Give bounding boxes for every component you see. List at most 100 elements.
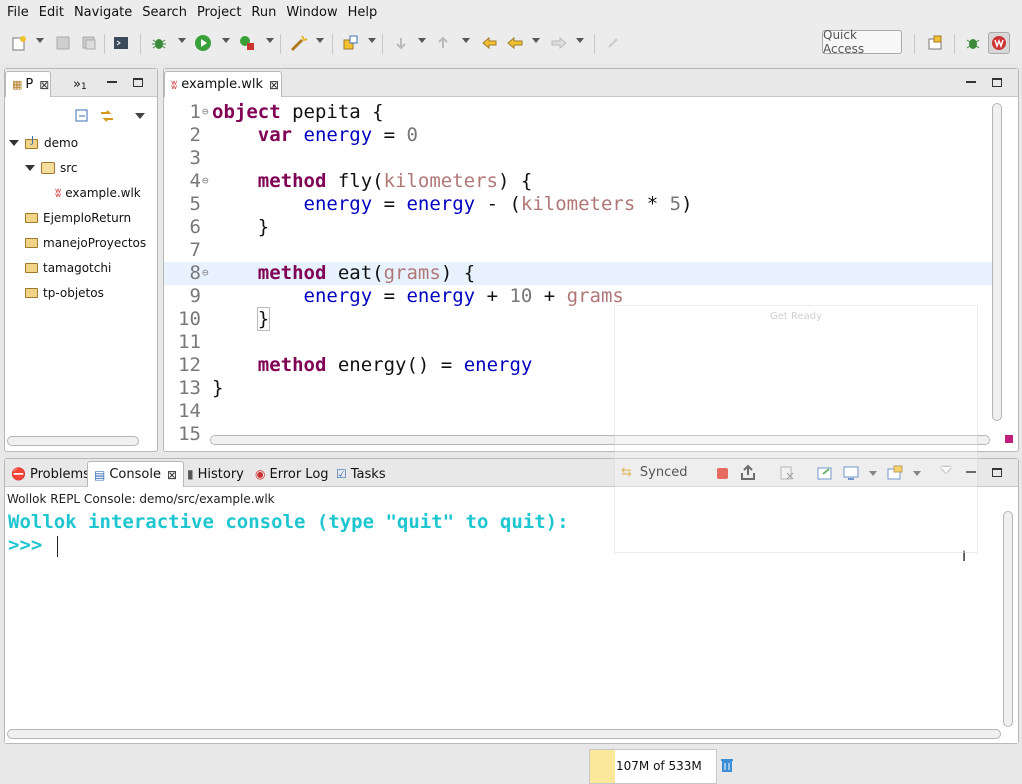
menu-search[interactable]: Search [137,5,192,20]
wand-icon[interactable] [288,32,310,54]
run-dropdown-icon[interactable] [222,38,230,43]
maximize-icon[interactable] [992,468,1002,477]
error-log-icon: ◉ [255,467,266,481]
fold-icon[interactable]: ⊖ [202,105,209,118]
menu-help[interactable]: Help [343,5,383,20]
tab-console[interactable]: ▤ Console ⊠ [87,461,185,487]
tree-label: example.wlk [65,186,141,200]
hidden-views-count: 1 [80,82,87,92]
run-icon[interactable] [192,32,214,54]
new-icon[interactable] [8,32,30,54]
tree-label: EjemploReturn [43,211,132,225]
external-tools-icon[interactable] [236,32,258,54]
pin-icon[interactable] [602,32,624,54]
last-edit-icon[interactable] [478,32,500,54]
save-all-icon[interactable] [78,32,100,54]
heap-usage-bar [590,750,616,783]
code-line: 2 var energy = 0 [189,124,418,146]
back-dropdown-icon[interactable] [532,38,540,43]
wand-dropdown-icon[interactable] [316,38,324,43]
folder-icon [25,288,38,298]
external-tools-dropdown-icon[interactable] [266,38,274,43]
tree-item-example-wlk[interactable]: ʬ example.wlk [55,186,141,200]
maximize-icon[interactable] [133,78,143,87]
horizontal-scrollbar[interactable] [7,729,1001,739]
maximize-icon[interactable] [992,78,1002,87]
tree-item-demo[interactable]: J demo [9,135,79,150]
open-type-dropdown-icon[interactable] [368,38,376,43]
tree-label: tp-objetos [43,286,104,300]
minimize-icon[interactable] [966,81,976,83]
tree-item-ejemploreturn[interactable]: EjemploReturn [25,211,131,225]
code-line: 4 ⊖ method fly(kilometers) { [189,170,533,192]
link-with-editor-icon[interactable] [99,109,115,127]
code-line: 6 } [189,216,270,238]
open-type-icon[interactable] [340,32,362,54]
ghost-title: Get Ready [770,311,823,322]
tab-tasks[interactable]: ☑ Tasks [330,461,392,487]
folder-icon [25,213,38,223]
overview-marker-icon[interactable] [1005,435,1013,443]
debug-perspective-icon[interactable] [962,32,984,54]
tab-problems[interactable]: ⛔ Problems [5,461,96,487]
tab-label: P [25,77,34,92]
menu-edit[interactable]: Edit [34,5,69,20]
close-icon[interactable]: ⊠ [269,78,279,92]
tab-hidden-views[interactable]: » 1 [67,71,93,97]
tree-item-manejoproyectos[interactable]: manejoProyectos [25,236,146,250]
tree-item-tp-objetos[interactable]: tp-objetos [25,286,104,300]
next-annotation-icon[interactable] [390,32,412,54]
vertical-scrollbar[interactable] [992,103,1002,421]
tree-item-src[interactable]: src [25,161,78,175]
source-folder-icon [41,162,55,174]
menu-navigate[interactable]: Navigate [69,5,137,20]
tab-label: Tasks [350,466,386,482]
menu-file[interactable]: File [2,5,34,20]
tree-label: demo [44,136,79,150]
save-icon[interactable] [52,32,74,54]
console-icon: ▤ [94,467,106,482]
debug-icon[interactable] [148,32,170,54]
menu-run[interactable]: Run [246,5,281,20]
horizontal-scrollbar[interactable] [7,436,139,446]
heap-label: 107M of 533M [616,759,702,773]
previous-annotation-icon[interactable] [432,32,454,54]
view-menu-icon[interactable] [135,113,145,119]
forward-icon[interactable] [548,32,570,54]
minimize-icon[interactable] [107,81,117,83]
tab-example-wlk[interactable]: ʬ example.wlk ⊠ [164,71,282,97]
back-icon[interactable] [504,32,526,54]
terminal-icon[interactable] [110,32,132,54]
close-icon[interactable]: ⊠ [167,468,177,482]
tab-error-log[interactable]: ◉ Error Log [249,461,335,487]
next-annotation-dropdown-icon[interactable] [418,38,426,43]
tab-project-explorer[interactable]: ▦ P ⊠ [5,71,51,97]
previous-annotation-dropdown-icon[interactable] [462,38,470,43]
fold-icon[interactable]: ⊖ [202,266,209,279]
fold-icon[interactable]: ⊖ [202,174,209,187]
tab-history[interactable]: ▮ History [181,461,250,487]
expand-icon[interactable] [9,140,19,146]
collapse-all-icon[interactable] [75,109,89,127]
garbage-collect-icon[interactable] [720,757,734,777]
wollok-file-icon: ʬ [55,186,62,200]
tab-label: History [197,466,244,482]
code-line: 5 energy = energy - (kilometers * 5) [189,193,693,215]
tasks-icon: ☑ [336,467,347,481]
tree-item-tamagotchi[interactable]: tamagotchi [25,261,111,275]
open-perspective-icon[interactable] [924,32,946,54]
heap-status[interactable]: 107M of 533M [589,749,717,784]
forward-dropdown-icon[interactable] [576,38,584,43]
quick-access-field[interactable]: Quick Access [822,28,902,56]
menu-project[interactable]: Project [192,5,246,20]
new-dropdown-icon[interactable] [36,38,44,43]
expand-icon[interactable] [25,165,35,171]
menu-bar: File Edit Navigate Search Project Run Wi… [0,0,1022,24]
tab-label: Console [109,467,161,482]
debug-dropdown-icon[interactable] [178,38,186,43]
tree-label: manejoProyectos [43,236,147,250]
close-icon[interactable]: ⊠ [39,78,49,92]
menu-window[interactable]: Window [281,5,342,20]
vertical-scrollbar[interactable] [1003,511,1013,727]
wollok-perspective-icon[interactable] [988,32,1010,54]
